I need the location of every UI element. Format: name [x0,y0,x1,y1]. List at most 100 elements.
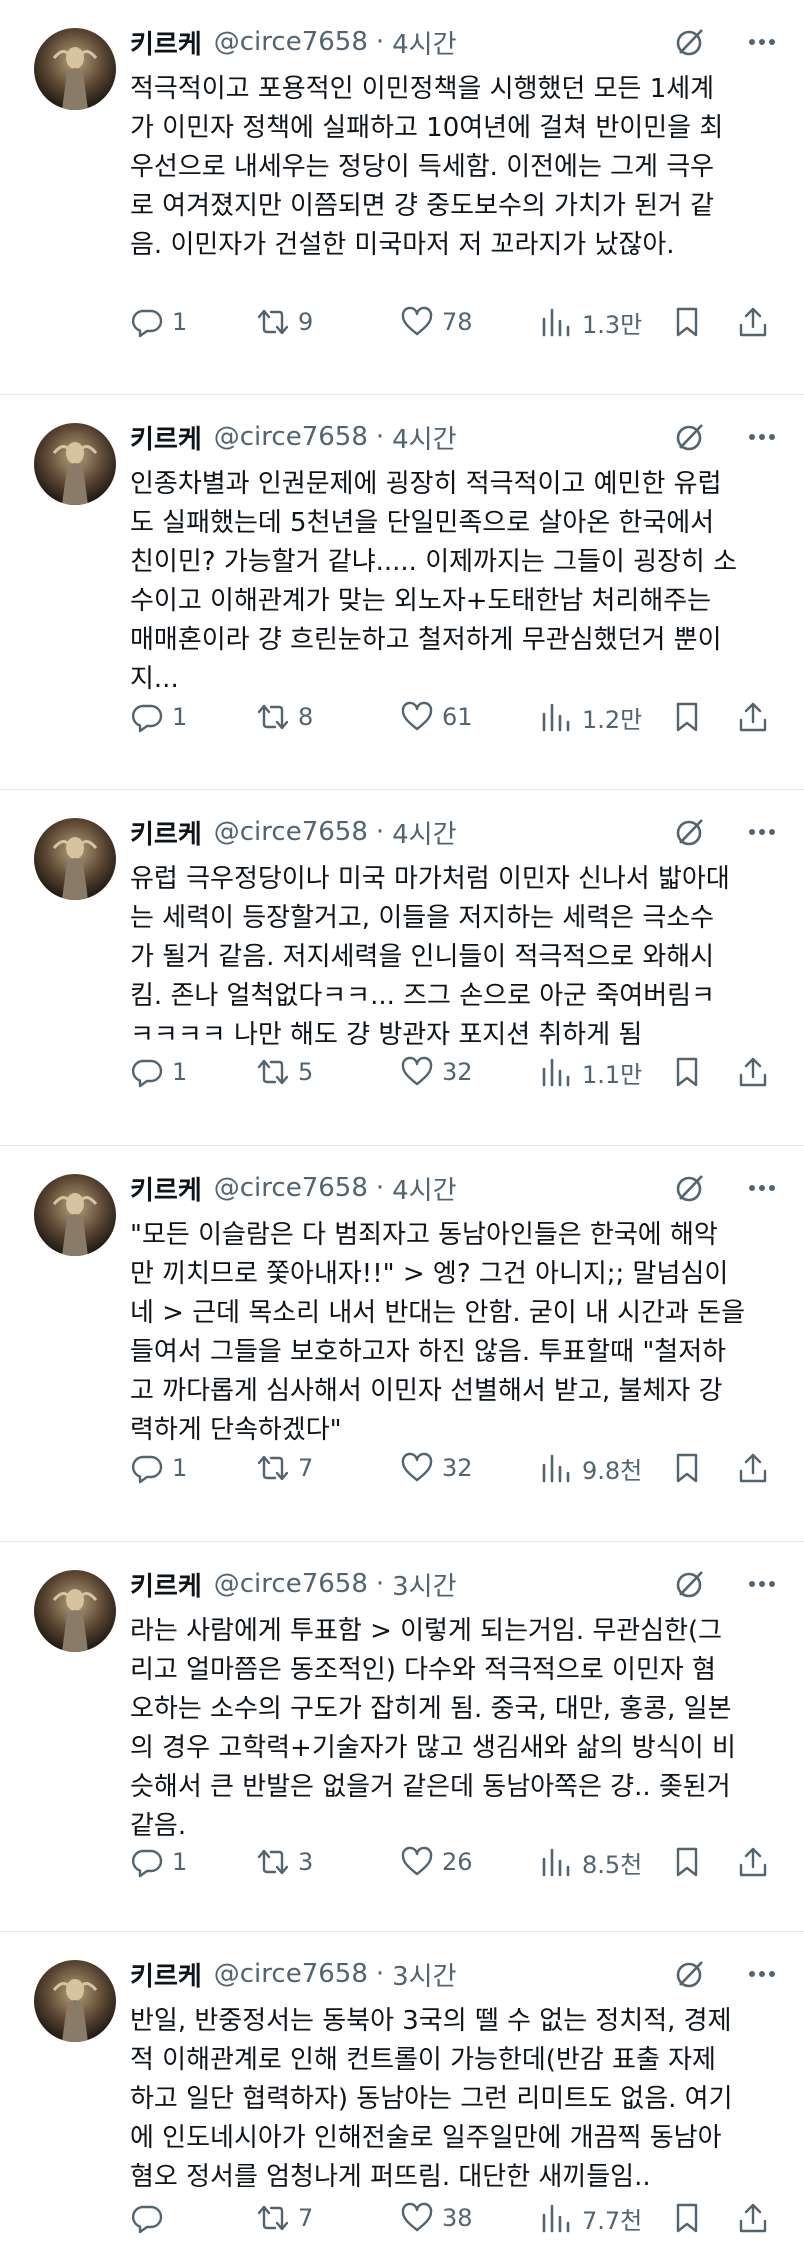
reply-button[interactable]: 1 [130,1842,187,1882]
avatar[interactable] [34,28,116,110]
views-button[interactable]: 9.8천 [540,1448,642,1488]
grok-icon[interactable] [674,816,706,848]
reply-button[interactable] [130,2198,172,2238]
tweet-text-line: 는 세력이 등장할거고, 이들을 저지하는 세력은 극소수 [130,903,715,933]
bookmark-button[interactable] [670,1448,704,1488]
user-handle[interactable]: @circe7658 [214,1959,368,1989]
display-name[interactable]: 키르케 [130,1170,202,1207]
avatar[interactable] [34,423,116,505]
retweet-icon [257,1849,289,1875]
display-name[interactable]: 키르케 [130,1956,202,1993]
grok-icon[interactable] [674,1568,706,1600]
tweet-text-line: 유럽 극우정당이나 미국 마가처럼 이민자 신나서 밟아대 [130,864,730,894]
retweet-icon [257,1059,289,1085]
tweet-text: 유럽 극우정당이나 미국 마가처럼 이민자 신나서 밟아대 는 세력이 등장할거… [130,860,780,1055]
timestamp[interactable]: 4시간 [392,814,456,851]
more-icon[interactable] [744,816,780,848]
timestamp[interactable]: 4시간 [392,1170,456,1207]
tweet-text-line: 혐오 정서를 엄청나게 퍼뜨림. 대단한 새끼들임.. [130,2162,651,2192]
bookmark-icon [676,2203,698,2233]
share-button[interactable] [736,1052,770,1092]
bookmark-button[interactable] [670,1052,704,1092]
share-button[interactable] [736,302,770,342]
grok-icon[interactable] [674,1958,706,1990]
bookmark-button[interactable] [670,2198,704,2238]
more-icon[interactable] [744,421,780,453]
user-handle[interactable]: @circe7658 [214,1173,368,1203]
like-button[interactable]: 32 [400,1448,473,1488]
tweet-text: 라는 사람에게 투표함 > 이렇게 되는거임. 무관심한(그 리고 얼마쯤은 동… [130,1612,780,1846]
views-button[interactable]: 1.3만 [540,302,642,342]
like-button[interactable]: 26 [400,1842,473,1882]
more-icon[interactable] [744,1958,780,1990]
share-icon [739,1453,767,1483]
tweet-text-line: 로 여겨졌지만 이쯤되면 걍 중도보수의 가치가 된거 같 [130,191,715,221]
more-icon[interactable] [744,1172,780,1204]
display-name[interactable]: 키르케 [130,1566,202,1603]
views-button[interactable]: 8.5천 [540,1842,642,1882]
user-handle[interactable]: @circe7658 [214,817,368,847]
tweet[interactable]: 키르케 @circe7658 · 4시간 "모든 이슬람은 다 범죄자고 동남아… [0,1146,804,1542]
bookmark-button[interactable] [670,697,704,737]
tweet-text: 인종차별과 인권문제에 굉장히 적극적이고 예민한 유럽 도 실패했는데 5천년… [130,465,780,699]
display-name[interactable]: 키르케 [130,814,202,851]
reply-button[interactable]: 1 [130,697,187,737]
tweet-text-line: 지... [130,664,179,694]
like-button[interactable]: 32 [400,1052,473,1092]
avatar[interactable] [34,818,116,900]
more-icon[interactable] [744,26,780,58]
reply-count: 1 [172,308,188,336]
retweet-button[interactable]: 5 [256,1052,313,1092]
views-button[interactable]: 1.2만 [540,697,642,737]
share-button[interactable] [736,1448,770,1488]
avatar[interactable] [34,1570,116,1652]
like-button[interactable]: 38 [400,2198,473,2238]
timestamp[interactable]: 3시간 [392,1566,456,1603]
user-handle[interactable]: @circe7658 [214,27,368,57]
tweet-text-line: 수이고 이해관계가 맞는 외노자+도태한남 처리해주는 [130,586,712,616]
tweet-header: 키르케 @circe7658 · 3시간 [130,1954,780,1994]
share-button[interactable] [736,2198,770,2238]
like-button[interactable]: 61 [400,697,473,737]
timestamp[interactable]: 3시간 [392,1956,456,1993]
views-button[interactable]: 7.7천 [540,2198,642,2238]
like-button[interactable]: 78 [400,302,473,342]
avatar[interactable] [34,1960,116,2042]
tweet[interactable]: 키르케 @circe7658 · 3시간 반일, 반중정서는 동북아 3국의 뗄… [0,1932,804,2262]
grok-icon[interactable] [674,421,706,453]
user-handle[interactable]: @circe7658 [214,1569,368,1599]
views-button[interactable]: 1.1만 [540,1052,642,1092]
user-handle[interactable]: @circe7658 [214,422,368,452]
retweet-icon [257,1455,289,1481]
share-button[interactable] [736,697,770,737]
timestamp[interactable]: 4시간 [392,419,456,456]
retweet-button[interactable]: 7 [256,1448,313,1488]
display-name[interactable]: 키르케 [130,419,202,456]
grok-icon[interactable] [674,26,706,58]
tweet[interactable]: 키르케 @circe7658 · 3시간 라는 사람에게 투표함 > 이렇게 되… [0,1542,804,1932]
tweet-actions: 7 38 7.7천 [130,2198,780,2238]
bookmark-icon [676,1057,698,1087]
retweet-button[interactable]: 7 [256,2198,313,2238]
retweet-button[interactable]: 3 [256,1842,313,1882]
reply-button[interactable]: 1 [130,1448,187,1488]
bookmark-icon [676,702,698,732]
tweet-header: 키르케 @circe7658 · 4시간 [130,1168,780,1208]
share-button[interactable] [736,1842,770,1882]
more-icon[interactable] [744,1568,780,1600]
tweet[interactable]: 키르케 @circe7658 · 4시간 적극적이고 포용적인 이민정책을 시행… [0,0,804,395]
reply-button[interactable]: 1 [130,1052,187,1092]
tweet[interactable]: 키르케 @circe7658 · 4시간 인종차별과 인권문제에 굉장히 적극적… [0,395,804,790]
reply-button[interactable]: 1 [130,302,187,342]
retweet-button[interactable]: 8 [256,697,313,737]
timestamp[interactable]: 4시간 [392,24,456,61]
tweet-text: "모든 이슬람은 다 범죄자고 동남아인들은 한국에 해악 만 끼치므로 쫓아내… [130,1216,780,1450]
bookmark-button[interactable] [670,1842,704,1882]
avatar[interactable] [34,1174,116,1256]
bookmark-button[interactable] [670,302,704,342]
tweet-text-line: ㅋㅋㅋㅋ 나만 해도 걍 방관자 포지션 취하게 됨 [130,1020,643,1050]
grok-icon[interactable] [674,1172,706,1204]
tweet[interactable]: 키르케 @circe7658 · 4시간 유럽 극우정당이나 미국 마가처럼 이… [0,790,804,1146]
retweet-button[interactable]: 9 [256,302,313,342]
display-name[interactable]: 키르케 [130,24,202,61]
